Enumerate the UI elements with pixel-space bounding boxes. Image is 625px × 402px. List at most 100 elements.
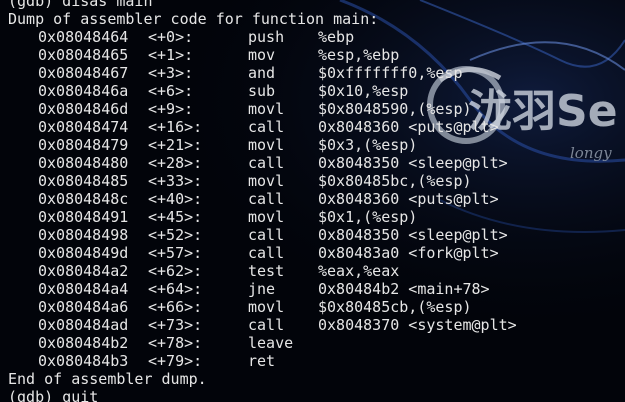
instruction-row: 0x080484ad <+73>: call 0x8048370 <system@pl… <box>8 316 625 334</box>
instruction-operands: $0x8048590,(%esp) <box>318 100 472 118</box>
instruction-operands: 0x8048370 <system@plt> <box>318 316 517 334</box>
instruction-row: 0x08048480 <+28>: call 0x8048350 <sleep@plt… <box>8 154 625 172</box>
instruction-row: 0x0804848c <+40>: call 0x8048360 <puts@plt> <box>8 190 625 208</box>
instruction-offset: <+33>: <box>148 172 203 190</box>
instruction-row: 0x08048498 <+52>: call 0x8048350 <sleep@plt… <box>8 226 625 244</box>
instruction-mnemonic: movl <box>248 136 285 154</box>
instruction-operands: $0x80485cb,(%esp) <box>318 298 472 316</box>
instruction-offset: <+40>: <box>148 190 203 208</box>
instruction-row: 0x080484b3 <+79>: ret <box>8 352 625 370</box>
instruction-address: 0x0804846a <box>38 82 129 100</box>
instruction-mnemonic: call <box>248 316 285 334</box>
instruction-mnemonic: call <box>248 244 285 262</box>
instruction-row: 0x08048474 <+16>: call 0x8048360 <puts@plt> <box>8 118 625 136</box>
instruction-address: 0x08048491 <box>38 208 129 226</box>
instruction-mnemonic: sub <box>248 82 276 100</box>
instruction-address: 0x08048480 <box>38 154 129 172</box>
instruction-list: 0x08048464 <+0>: push %ebp 0x08048465 <+1>: mo… <box>8 28 625 370</box>
instruction-offset: <+3>: <box>148 64 194 82</box>
instruction-operands: 0x8048360 <puts@plt> <box>318 190 499 208</box>
instruction-address: 0x08048464 <box>38 28 129 46</box>
instruction-offset: <+28>: <box>148 154 203 172</box>
instruction-mnemonic: movl <box>248 100 285 118</box>
instruction-mnemonic: push <box>248 28 285 46</box>
instruction-operands: %ebp <box>318 28 355 46</box>
instruction-row: 0x0804846a <+6>: sub $0x10,%esp <box>8 82 625 100</box>
instruction-mnemonic: call <box>248 226 285 244</box>
instruction-address: 0x080484b2 <box>38 334 129 352</box>
instruction-mnemonic: movl <box>248 208 285 226</box>
instruction-address: 0x08048479 <box>38 136 129 154</box>
instruction-row: 0x0804846d <+9>: movl $0x8048590,(%esp) <box>8 100 625 118</box>
instruction-operands: %eax,%eax <box>318 262 400 280</box>
instruction-offset: <+21>: <box>148 136 203 154</box>
instruction-operands: $0xfffffff0,%esp <box>318 64 463 82</box>
instruction-mnemonic: movl <box>248 172 285 190</box>
instruction-mnemonic: and <box>248 64 276 82</box>
instruction-address: 0x080484b3 <box>38 352 129 370</box>
instruction-address: 0x0804849d <box>38 244 129 262</box>
instruction-operands: $0x80485bc,(%esp) <box>318 172 472 190</box>
instruction-offset: <+45>: <box>148 208 203 226</box>
instruction-offset: <+9>: <box>148 100 194 118</box>
terminal-output: (gdb) disas main Dump of assembler code … <box>8 0 625 402</box>
instruction-offset: <+62>: <box>148 262 203 280</box>
instruction-address: 0x080484a4 <box>38 280 129 298</box>
instruction-address: 0x08048474 <box>38 118 129 136</box>
instruction-operands: $0x10,%esp <box>318 82 409 100</box>
instruction-address: 0x08048498 <box>38 226 129 244</box>
instruction-mnemonic: movl <box>248 298 285 316</box>
instruction-mnemonic: call <box>248 190 285 208</box>
instruction-offset: <+66>: <box>148 298 203 316</box>
instruction-operands: 0x8048350 <sleep@plt> <box>318 154 508 172</box>
instruction-address: 0x08048465 <box>38 46 129 64</box>
instruction-operands: %esp,%ebp <box>318 46 400 64</box>
instruction-mnemonic: ret <box>248 352 276 370</box>
instruction-offset: <+78>: <box>148 334 203 352</box>
instruction-row: 0x080484a6 <+66>: movl $0x80485cb,(%esp) <box>8 298 625 316</box>
instruction-operands: 0x80483a0 <fork@plt> <box>318 244 499 262</box>
instruction-address: 0x080484a2 <box>38 262 129 280</box>
instruction-operands: 0x80484b2 <main+78> <box>318 280 490 298</box>
dump-header: Dump of assembler code for function main… <box>8 10 379 28</box>
prompt-line[interactable]: (gdb) quit <box>8 388 625 402</box>
instruction-address: 0x0804848c <box>38 190 129 208</box>
instruction-offset: <+1>: <box>148 46 194 64</box>
instruction-offset: <+57>: <box>148 244 203 262</box>
command-line: (gdb) disas main <box>8 0 153 10</box>
instruction-row: 0x080484a4 <+64>: jne 0x80484b2 <main+78> <box>8 280 625 298</box>
instruction-row: 0x08048465 <+1>: mov %esp,%ebp <box>8 46 625 64</box>
instruction-row: 0x080484b2 <+78>: leave <box>8 334 625 352</box>
instruction-operands: 0x8048360 <puts@plt> <box>318 118 499 136</box>
instruction-row: 0x08048464 <+0>: push %ebp <box>8 28 625 46</box>
instruction-address: 0x08048467 <box>38 64 129 82</box>
instruction-address: 0x0804846d <box>38 100 129 118</box>
instruction-operands: 0x8048350 <sleep@plt> <box>318 226 508 244</box>
instruction-operands: $0x1,(%esp) <box>318 208 418 226</box>
instruction-row: 0x080484a2 <+62>: test %eax,%eax <box>8 262 625 280</box>
terminal-window[interactable]: 泷羽Se longy (gdb) disas main Dump of asse… <box>0 0 625 402</box>
instruction-mnemonic: jne <box>248 280 276 298</box>
dump-footer: End of assembler dump. <box>8 370 207 388</box>
instruction-row: 0x08048485 <+33>: movl $0x80485bc,(%esp) <box>8 172 625 190</box>
instruction-mnemonic: mov <box>248 46 276 64</box>
instruction-address: 0x08048485 <box>38 172 129 190</box>
instruction-offset: <+6>: <box>148 82 194 100</box>
instruction-operands: $0x3,(%esp) <box>318 136 418 154</box>
instruction-offset: <+73>: <box>148 316 203 334</box>
instruction-mnemonic: leave <box>248 334 294 352</box>
instruction-mnemonic: test <box>248 262 285 280</box>
instruction-row: 0x0804849d <+57>: call 0x80483a0 <fork@plt> <box>8 244 625 262</box>
instruction-row: 0x08048491 <+45>: movl $0x1,(%esp) <box>8 208 625 226</box>
instruction-mnemonic: call <box>248 154 285 172</box>
instruction-address: 0x080484ad <box>38 316 129 334</box>
instruction-offset: <+0>: <box>148 28 194 46</box>
instruction-row: 0x08048467 <+3>: and $0xfffffff0,%esp <box>8 64 625 82</box>
instruction-address: 0x080484a6 <box>38 298 129 316</box>
instruction-offset: <+79>: <box>148 352 203 370</box>
instruction-offset: <+52>: <box>148 226 203 244</box>
instruction-offset: <+16>: <box>148 118 203 136</box>
instruction-row: 0x08048479 <+21>: movl $0x3,(%esp) <box>8 136 625 154</box>
instruction-mnemonic: call <box>248 118 285 136</box>
instruction-offset: <+64>: <box>148 280 203 298</box>
